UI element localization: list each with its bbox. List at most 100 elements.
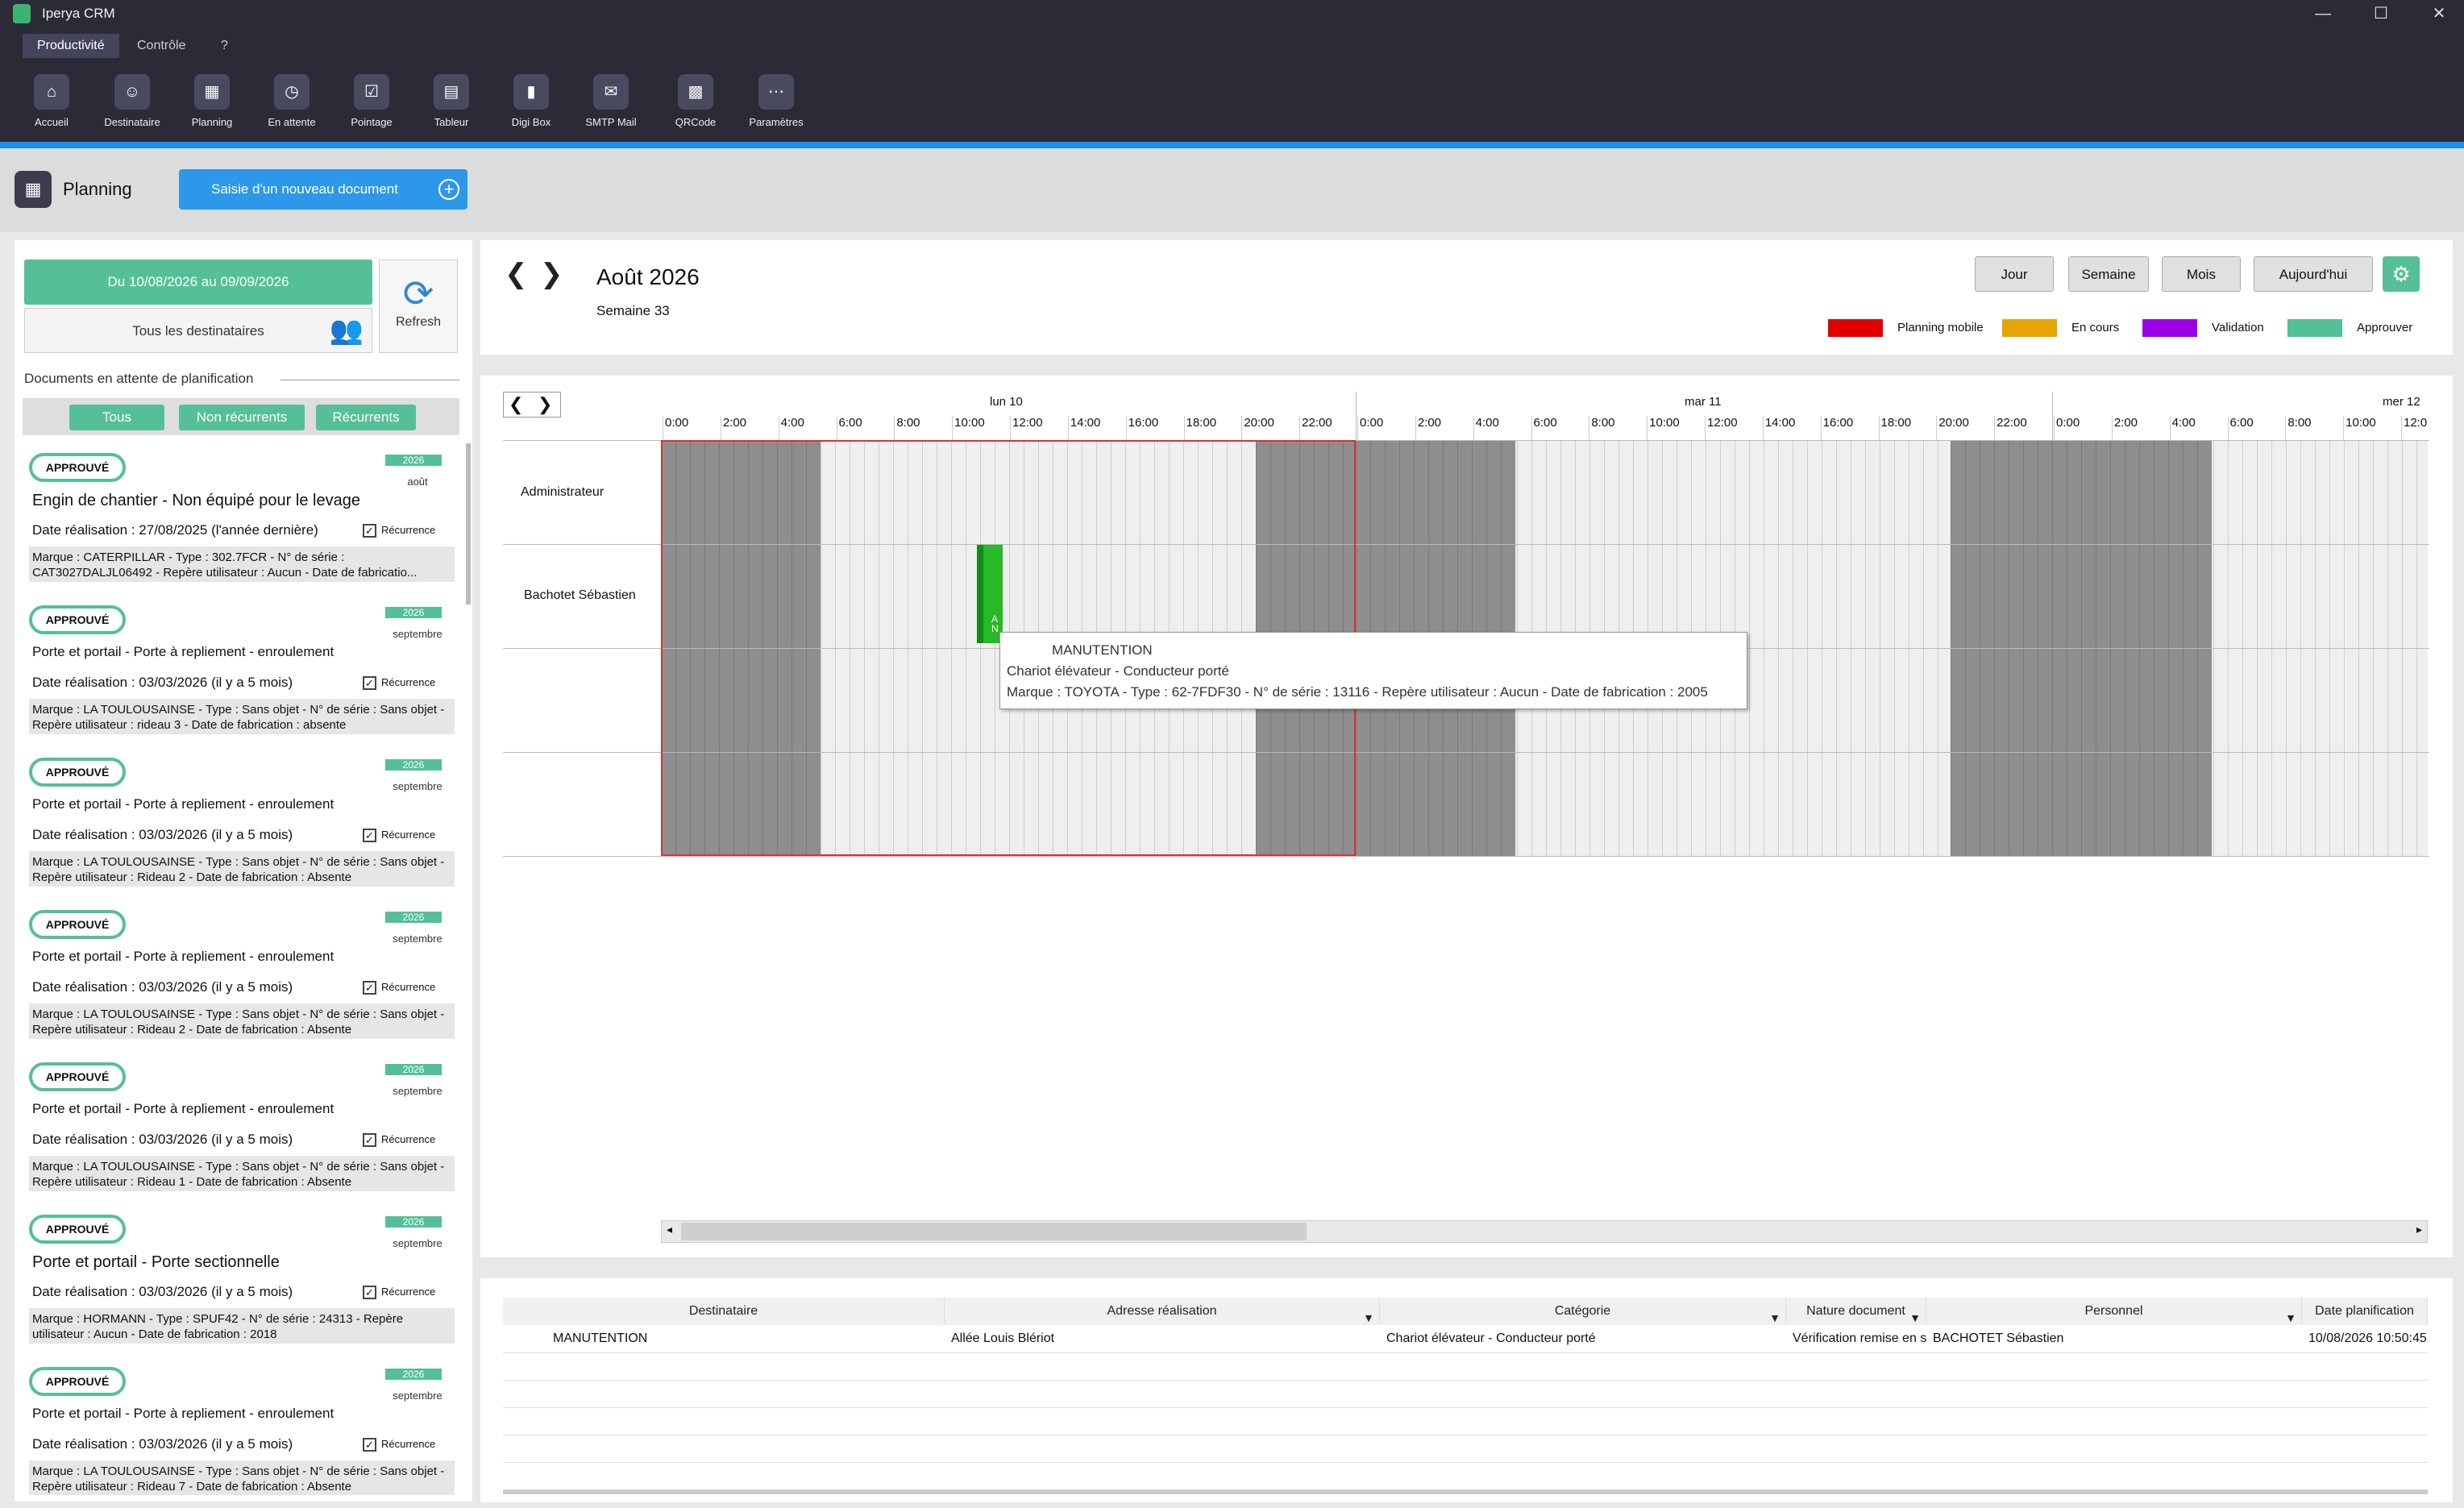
column-header-personnel[interactable]: Personnel ▼: [1926, 1298, 2302, 1325]
recurrence-checkbox[interactable]: ✓ Récurrence: [363, 981, 435, 995]
menu-tab-help[interactable]: ?: [206, 34, 243, 58]
month-label: septembre: [393, 933, 443, 945]
recurrence-checkbox[interactable]: ✓ Récurrence: [363, 829, 435, 843]
day-label-mer12: mer 12: [2383, 395, 2420, 409]
ribbon-qrcode-button[interactable]: ▩ QRCode: [655, 74, 736, 139]
column-header-adresse[interactable]: Adresse réalisation ▼: [945, 1298, 1380, 1325]
cell-nature[interactable]: Vérification remise en s: [1786, 1325, 1926, 1352]
scroll-left-icon[interactable]: ◂: [667, 1223, 672, 1236]
ribbon-digibox-button[interactable]: ▮ Digi Box: [491, 74, 571, 139]
minimize-button[interactable]: —: [2307, 2, 2339, 26]
scheduler-prev-button[interactable]: ❮: [509, 393, 523, 417]
list-scrollbar[interactable]: [466, 443, 471, 604]
ribbon-smtp-button[interactable]: ✉ SMTP Mail: [571, 74, 651, 139]
menu-tab-productivite[interactable]: Productivité: [23, 34, 119, 58]
ribbon-label: Tableur: [434, 116, 469, 128]
tooltip-title: MANUTENTION: [1052, 642, 1153, 658]
settings-gear-icon[interactable]: ⚙: [2383, 256, 2420, 292]
day-separator: [1356, 392, 1357, 440]
pending-title: Documents en attente de planification: [24, 371, 254, 386]
date-range-button[interactable]: Du 10/08/2026 au 09/09/2026: [24, 260, 372, 305]
filter-tous-button[interactable]: Tous: [69, 405, 164, 430]
recurrence-checkbox[interactable]: ✓ Récurrence: [363, 1133, 435, 1148]
hour-tick-label: 4:00: [1473, 416, 1499, 440]
hour-tick-label: 8:00: [1589, 416, 1615, 440]
check-icon: ✓: [363, 524, 376, 538]
column-header-destinataire[interactable]: Destinataire: [503, 1298, 945, 1325]
destinataires-selector[interactable]: Tous les destinataires 👥: [24, 308, 372, 353]
document-card[interactable]: APPROUVÉ 2026 septembre Porte et portail - …: [23, 900, 463, 1045]
cell-destinataire[interactable]: MANUTENTION: [546, 1325, 941, 1352]
ribbon-destinataire-button[interactable]: ☺ Destinataire: [92, 74, 172, 139]
ribbon-en-attente-button[interactable]: ◷ En attente: [251, 74, 332, 139]
recurrence-checkbox[interactable]: ✓ Récurrence: [363, 676, 435, 691]
prev-month-button[interactable]: ❮: [505, 258, 528, 290]
view-today-button[interactable]: Aujourd'hui: [2254, 256, 2373, 292]
year-badge: 2026: [385, 759, 442, 771]
ribbon-accueil-button[interactable]: ⌂ Accueil: [11, 74, 92, 139]
next-month-button[interactable]: ❯: [540, 258, 563, 290]
row-divider: [503, 1462, 2428, 1463]
cell-date[interactable]: 10/08/2026 10:50:45: [2302, 1325, 2428, 1352]
scheduler-hscrollbar[interactable]: ◂ ▸: [661, 1220, 2428, 1243]
menu-tab-controle[interactable]: Contrôle: [123, 34, 200, 58]
close-button[interactable]: ✕: [2423, 2, 2455, 26]
column-header-nature[interactable]: Nature document ▼: [1786, 1298, 1926, 1325]
recurrence-checkbox[interactable]: ✓ Récurrence: [363, 1286, 435, 1300]
hour-tick-label: 2:00: [720, 416, 746, 440]
legend-en-cours: En cours: [2002, 319, 2119, 337]
month-label: septembre: [393, 1085, 443, 1097]
ribbon-pointage-button[interactable]: ☑ Pointage: [331, 74, 412, 139]
legend-approuver: Approuver: [2287, 319, 2412, 337]
view-semaine-button[interactable]: Semaine: [2068, 256, 2149, 292]
ribbon-tableur-button[interactable]: ▤ Tableur: [411, 74, 492, 139]
scroll-thumb[interactable]: [681, 1223, 1307, 1240]
new-document-button[interactable]: Saisie d'un nouveau document +: [179, 169, 467, 210]
document-description: Marque : CATERPILLAR - Type : 302.7FCR -…: [29, 546, 455, 582]
scheduler-next-button[interactable]: ❯: [538, 393, 552, 417]
filter-non-recurrents-button[interactable]: Non récurrents: [179, 405, 305, 430]
month-label: septembre: [393, 628, 443, 640]
view-jour-button[interactable]: Jour: [1975, 256, 2054, 292]
view-mois-button[interactable]: Mois: [2162, 256, 2241, 292]
document-icon: ▮: [513, 74, 549, 110]
app-icon: [13, 4, 31, 23]
hour-tick-label: 12:0: [2401, 416, 2427, 440]
column-header-categorie[interactable]: Catégorie ▼: [1380, 1298, 1786, 1325]
document-card[interactable]: APPROUVÉ 2026 septembre Porte et portail - …: [23, 596, 463, 741]
filter-recurrents-button[interactable]: Récurrents: [316, 405, 416, 430]
calendar-event-manutention[interactable]: A N: [977, 545, 1003, 643]
check-icon: ✓: [363, 676, 376, 691]
document-card[interactable]: APPROUVÉ 2026 septembre Porte et portail - …: [23, 1205, 463, 1350]
document-description: Marque : LA TOULOUSAINSE - Type : Sans o…: [29, 699, 455, 734]
maximize-button[interactable]: ☐: [2365, 2, 2397, 26]
hour-tick-label: 12:00: [1705, 416, 1738, 440]
ribbon-planning-button[interactable]: ▦ Planning: [172, 74, 252, 139]
hour-tick-label: 2:00: [2111, 416, 2138, 440]
hour-tick-label: 0:00: [1357, 416, 1383, 440]
recurrence-checkbox[interactable]: ✓ Récurrence: [363, 1438, 435, 1452]
month-label: août: [407, 476, 428, 488]
cell-adresse[interactable]: Allée Louis Blériot: [945, 1325, 1380, 1352]
cell-categorie[interactable]: Chariot élévateur - Conducteur porté: [1380, 1325, 1786, 1352]
ribbon-parametres-button[interactable]: ⋯ Paramètres: [736, 74, 816, 139]
recurrence-checkbox[interactable]: ✓ Récurrence: [363, 524, 435, 538]
legend-swatch: [2142, 319, 2197, 337]
document-list: APPROUVÉ 2026 août Engin de chantier - Non …: [23, 443, 463, 1495]
day-separator: [2052, 392, 2053, 440]
document-card[interactable]: APPROUVÉ 2026 septembre Porte et portail - …: [23, 1357, 463, 1495]
refresh-button[interactable]: ⟳ Refresh: [379, 260, 458, 353]
table-hscrollbar[interactable]: [503, 1489, 2428, 1494]
realisation-date: Date réalisation : 03/03/2026 (il y a 5 …: [32, 675, 293, 690]
document-card[interactable]: APPROUVÉ 2026 août Engin de chantier - Non …: [23, 443, 463, 588]
document-card[interactable]: APPROUVÉ 2026 septembre Porte et portail - …: [23, 1053, 463, 1198]
document-card[interactable]: APPROUVÉ 2026 septembre Porte et portail - …: [23, 748, 463, 893]
legend-label: Approuver: [2357, 320, 2413, 334]
status-badge: APPROUVÉ: [29, 1062, 126, 1091]
hour-tick-label: 10:00: [952, 416, 985, 440]
cell-personnel[interactable]: BACHOTET Sébastien: [1926, 1325, 2302, 1352]
scroll-right-icon[interactable]: ▸: [2416, 1223, 2422, 1236]
document-title: Engin de chantier - Non équipé pour le l…: [32, 492, 360, 509]
column-header-date[interactable]: Date planification: [2302, 1298, 2428, 1325]
realisation-date: Date réalisation : 27/08/2025 (l'année d…: [32, 522, 318, 538]
